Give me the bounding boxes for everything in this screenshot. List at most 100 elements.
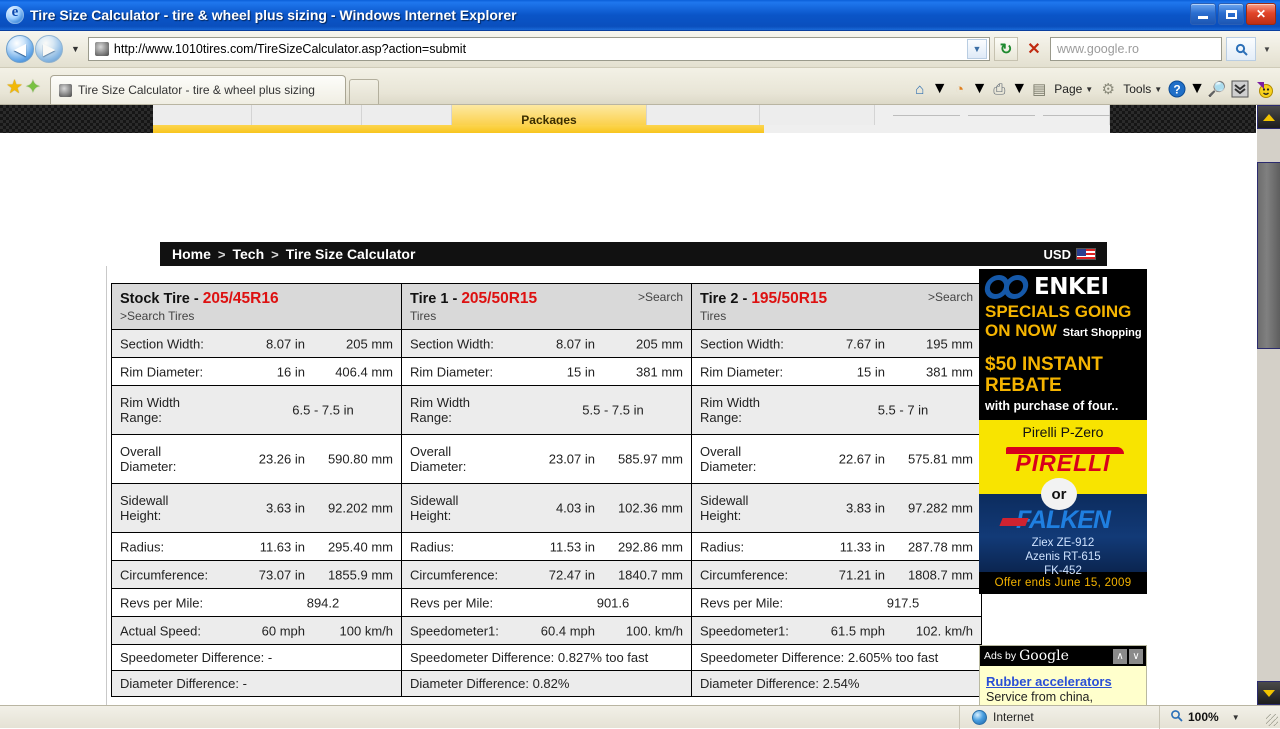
nav-cell-6[interactable] <box>760 105 875 125</box>
offer-text: Offer ends June 15, 2009 <box>994 577 1132 589</box>
chevron-down-icon[interactable]: ∨ <box>1129 648 1143 664</box>
google-ads-header: Ads by Google ∧ ∨ <box>980 646 1146 666</box>
row-label: Rim Width Range: <box>700 395 760 425</box>
tire2-search-link[interactable]: >Search <box>928 290 973 304</box>
home-icon[interactable]: ⌂ <box>909 78 931 100</box>
chevron-down-icon[interactable]: ▼ <box>967 39 987 59</box>
search-input[interactable]: www.google.ro <box>1050 37 1222 61</box>
ad-rebate[interactable]: $50 INSTANT REBATE with purchase of four… <box>979 350 1147 420</box>
close-button[interactable]: ✕ <box>1246 3 1276 25</box>
enkei-cta[interactable]: Start Shopping <box>1063 327 1142 339</box>
row-label: Rim Width Range: <box>410 395 470 425</box>
yahoo-glyph <box>1256 82 1273 98</box>
search-dropdown-icon[interactable]: ▼ <box>1260 37 1274 61</box>
row-label: Overall Diameter: <box>120 444 177 474</box>
feeds-icon[interactable]: ◔ <box>949 78 971 100</box>
value-mph: 60.4 mph <box>540 623 595 638</box>
zoom-caret-icon[interactable]: ▼ <box>1232 713 1240 722</box>
cell-tire1-sidewall-height: Sidewall Height: 4.03 in 102.36 mm <box>401 483 692 533</box>
cell-tire2-rim-width-range: Rim Width Range: 5.5 - 7 in <box>691 385 982 435</box>
scroll-down-button[interactable] <box>1257 681 1280 705</box>
value-mm: 381 mm <box>926 364 973 379</box>
nav-cell-2[interactable] <box>252 105 362 125</box>
security-zone[interactable]: Internet <box>960 705 1160 729</box>
chevron-up-icon[interactable]: ∧ <box>1113 648 1127 664</box>
url-input[interactable]: http://www.1010tires.com/TireSizeCalcula… <box>87 37 990 61</box>
value-mm: 406.4 mm <box>335 364 393 379</box>
google-ad-1-title[interactable]: Rubber accelerators <box>986 674 1140 689</box>
minimize-button[interactable] <box>1190 3 1216 25</box>
breadcrumb-tech[interactable]: Tech <box>233 246 265 262</box>
print-icon[interactable]: ⎙ <box>988 78 1010 100</box>
browser-tab[interactable]: Tire Size Calculator - tire & wheel plus… <box>49 75 346 104</box>
gear-icon[interactable]: ⚙ <box>1097 78 1119 100</box>
tire2-tires-link[interactable]: Tires <box>700 309 973 323</box>
column-header-tire1: >Search Tire 1 - 205/50R15 Tires <box>401 283 692 330</box>
value-mm: 287.78 mm <box>907 539 973 554</box>
row-label: Rim Diameter: <box>700 364 784 379</box>
nav-cell-1[interactable] <box>153 105 252 125</box>
print-caret-icon[interactable]: ▼ <box>1011 80 1027 98</box>
nav-cell-3[interactable] <box>362 105 452 125</box>
back-button[interactable]: ◀ <box>6 35 34 63</box>
value-mm: 585.97 mm <box>617 451 683 467</box>
value-mm: 1855.9 mm <box>327 567 393 582</box>
value-mm: 295.40 mm <box>327 539 393 554</box>
help-caret-icon[interactable]: ▼ <box>1189 80 1205 98</box>
value-mm: 92.202 mm <box>327 500 393 516</box>
yahoo-icon[interactable] <box>1252 78 1274 100</box>
add-to-favorites-icon[interactable]: ✦ <box>25 78 41 97</box>
cell-tire1-speedometer-difference: Speedometer Difference: 0.827% too fast <box>401 644 692 671</box>
breadcrumb-separator-2: > <box>271 246 279 262</box>
forward-button[interactable]: ▶ <box>35 35 63 63</box>
row-label: Radius: <box>120 539 165 554</box>
google-wordmark: Google <box>1019 648 1069 664</box>
value-mm: 102.36 mm <box>617 500 683 516</box>
row-label: Radius: <box>700 539 745 554</box>
ad-enkei[interactable]: ENKEI SPECIALS GOING ON NOW Start Shoppi… <box>979 269 1147 350</box>
page-menu-button[interactable]: Page ▼ <box>1051 80 1096 98</box>
pirelli-title: Pirelli P-Zero <box>1022 424 1104 440</box>
cell-stock-diameter-difference: Diameter Difference: - <box>111 670 402 697</box>
value-in: 23.07 in <box>548 451 595 467</box>
enkei-line-2-row: ON NOW Start Shopping <box>985 321 1142 341</box>
maximize-button[interactable] <box>1218 3 1244 25</box>
nav-item-packages[interactable]: Packages <box>452 105 647 125</box>
currency-indicator[interactable]: USD <box>1044 247 1096 262</box>
resize-grip[interactable] <box>1266 714 1278 726</box>
research-icon[interactable]: 🔎 <box>1206 78 1228 100</box>
row-label: Section Width: <box>120 336 204 351</box>
stock-search-tires-link[interactable]: >Search Tires <box>120 309 393 323</box>
zoom-level: 100% <box>1188 710 1219 724</box>
tire1-search-link[interactable]: >Search <box>638 290 683 304</box>
new-tab-button[interactable] <box>348 79 379 104</box>
cell-tire2-revs-per-mile: Revs per Mile: 917.5 <box>691 588 982 617</box>
address-bar: ◀ ▶ ▼ http://www.1010tires.com/TireSizeC… <box>0 31 1280 68</box>
page-menu-icon[interactable]: ▤ <box>1028 78 1050 100</box>
messenger-icon[interactable] <box>1229 78 1251 100</box>
help-icon[interactable]: ? <box>1166 78 1188 100</box>
diameter-difference-value: Diameter Difference: 0.82% <box>410 676 570 691</box>
refresh-icon[interactable]: ↻ <box>994 37 1018 61</box>
value-mm: 205 mm <box>636 336 683 351</box>
page-scrollbar[interactable] <box>1256 105 1280 705</box>
breadcrumb-home[interactable]: Home <box>172 246 211 262</box>
tools-menu-button[interactable]: Tools ▼ <box>1120 80 1165 98</box>
favorites-icon[interactable]: ★ <box>6 78 23 97</box>
search-icon[interactable] <box>1226 37 1256 61</box>
scroll-up-button[interactable] <box>1257 105 1280 129</box>
site-top-nav: Packages <box>0 105 1256 133</box>
value-revs: 901.6 <box>596 595 630 610</box>
home-caret-icon[interactable]: ▼ <box>932 80 948 98</box>
recent-pages-dropdown-icon[interactable]: ▼ <box>67 44 84 54</box>
value-in: 72.47 in <box>548 567 595 582</box>
google-ad-1-description: Service from china, ISO9001 certified. L… <box>986 690 1093 704</box>
cell-tire2-sidewall-height: Sidewall Height: 3.83 in 97.282 mm <box>691 483 982 533</box>
table-header-row: Stock Tire - 205/45R16 >Search Tires >Se… <box>111 283 982 330</box>
scrollbar-thumb[interactable] <box>1257 162 1280 349</box>
tools-menu-label: Tools <box>1123 82 1152 96</box>
stop-icon[interactable]: ✕ <box>1022 37 1046 61</box>
nav-cell-5[interactable] <box>647 105 760 125</box>
tire1-tires-link[interactable]: Tires <box>410 309 683 323</box>
pirelli-brand: PIRELLI <box>1015 450 1111 476</box>
